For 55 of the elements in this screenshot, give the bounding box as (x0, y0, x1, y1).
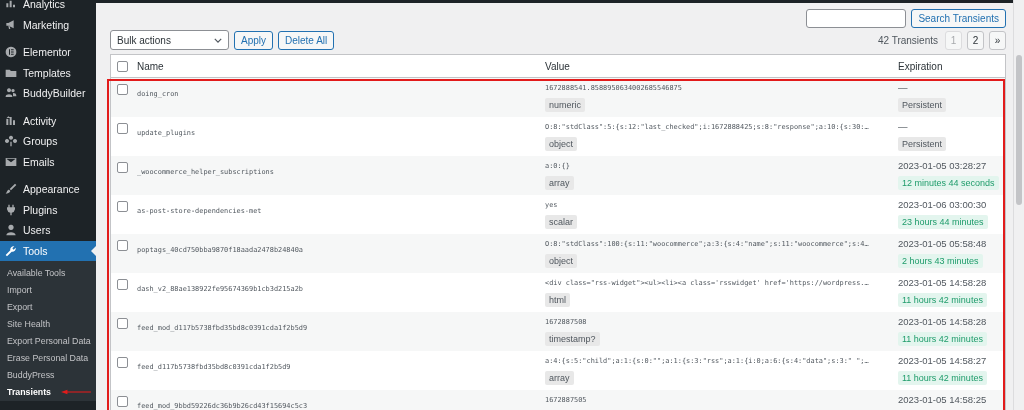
submenu-item[interactable]: Erase Personal Data (0, 349, 96, 367)
type-tag: object (545, 137, 578, 151)
sidebar-menu-item[interactable]: Emails (0, 151, 96, 172)
sidebar-menu-item[interactable]: Tools (0, 240, 96, 261)
expiration-date: 2023-01-06 03:00:30 (898, 199, 987, 211)
expiration-date: 2023-01-05 14:58:27 (898, 355, 987, 367)
apply-button[interactable]: Apply (234, 30, 273, 50)
submenu-item[interactable]: Site Health (0, 315, 96, 333)
type-tag: scalar (545, 215, 577, 229)
expiration-tag: 23 hours 44 minutes (898, 215, 988, 229)
sidebar-menu-item[interactable]: Appearance (0, 179, 96, 200)
sidebar-menu-item[interactable]: Templates (0, 62, 96, 83)
type-tag: object (545, 254, 578, 268)
pagination-button[interactable]: » (989, 30, 1006, 50)
type-tag: timestamp? (545, 332, 600, 346)
sidebar-menu-item[interactable]: Activity (0, 110, 96, 131)
type-tag: array (545, 371, 574, 385)
expiration-tag: 12 minutes 44 seconds (898, 176, 999, 190)
expiration-tag: 11 hours 42 minutes (898, 371, 987, 385)
submenu-item[interactable]: Export Personal Data (0, 332, 96, 350)
sidebar-menu-item[interactable]: Users (0, 220, 96, 241)
submenu-item[interactable]: Import (0, 281, 96, 299)
sidebar-menu-item[interactable]: BuddyBuilder (0, 83, 96, 104)
expiration-date: 2023-01-05 03:28:27 (898, 160, 987, 172)
pagination-button[interactable]: 2 (967, 30, 984, 50)
bulk-actions-dropdown[interactable]: Bulk actions (110, 30, 229, 50)
sidebar-menu-item[interactable]: Groups (0, 131, 96, 152)
expiration-tag: Persistent (898, 98, 947, 112)
type-tag: numeric (545, 98, 585, 112)
expiration-date: 2023-01-05 05:58:48 (898, 238, 987, 250)
expiration-date: 2023-01-05 14:58:28 (898, 277, 987, 289)
expiration-tag: Persistent (898, 137, 947, 151)
delete-all-button[interactable]: Delete All (278, 30, 335, 50)
column-header: Expiration (898, 60, 944, 72)
expiration-date: 2023-01-05 14:58:25 (898, 394, 987, 406)
submenu-item[interactable]: Available Tools (0, 264, 96, 282)
column-header: Value (545, 60, 571, 72)
submenu-item[interactable]: Export (0, 298, 96, 316)
sidebar-menu-item[interactable]: Marketing (0, 14, 96, 35)
type-tag: html (545, 293, 570, 307)
type-tag: array (545, 176, 574, 190)
expiration-tag: 11 hours 42 minutes (898, 332, 987, 346)
search-button[interactable]: Search Transients (911, 9, 1006, 28)
expiration-tag: 11 hours 42 minutes (898, 293, 987, 307)
submenu-item[interactable]: BuddyPress (0, 366, 96, 384)
column-header: Name (137, 60, 165, 72)
expiration-date: 2023-01-05 14:58:28 (898, 316, 987, 328)
submenu-item[interactable]: Transients (0, 383, 96, 401)
transient-count: 42 Transients (877, 34, 938, 46)
expiration-date: — (898, 82, 908, 94)
sidebar-menu-item[interactable]: Analytics (0, 0, 96, 15)
sidebar-menu-item[interactable]: Elementor (0, 42, 96, 63)
sidebar-menu-item[interactable]: Plugins (0, 199, 96, 220)
expiration-date: — (898, 121, 908, 133)
expiration-tag: 2 hours 43 minutes (898, 254, 983, 268)
